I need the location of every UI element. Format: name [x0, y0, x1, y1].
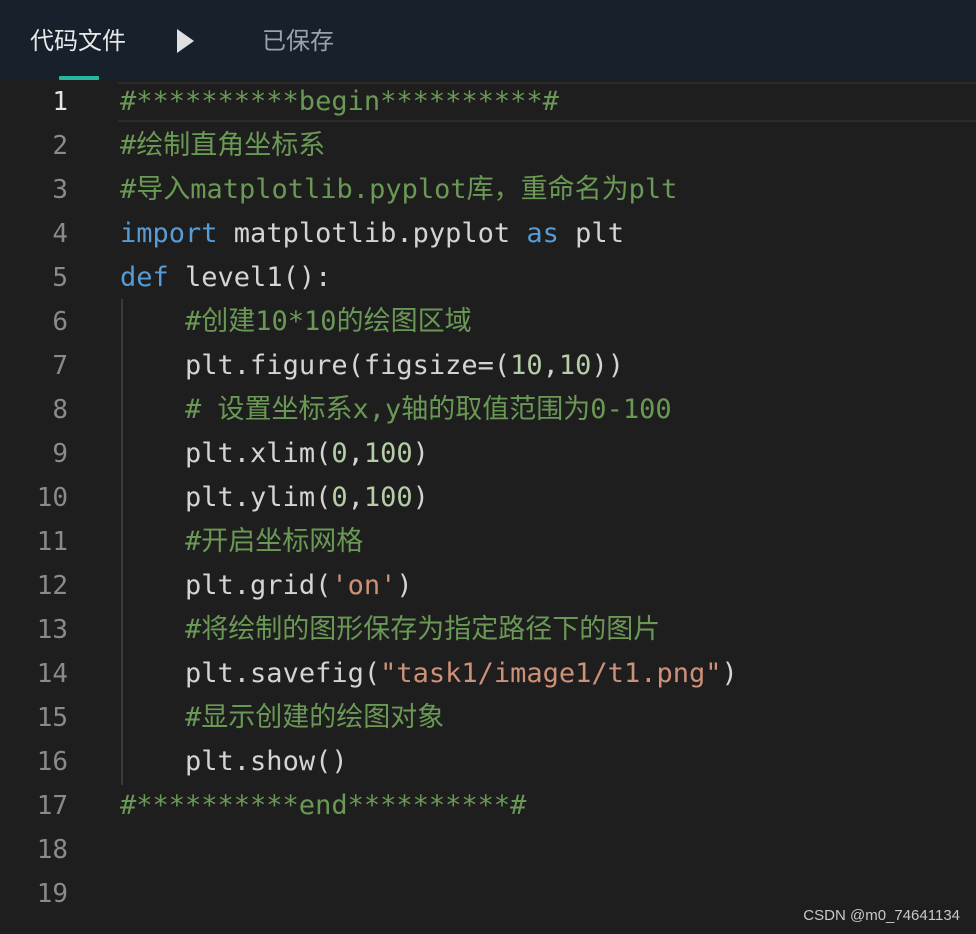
code-token-plain: plt.figure(figsize=( — [185, 350, 511, 381]
code-token-comment: #**********end**********# — [120, 790, 527, 821]
line-number: 19 — [36, 879, 68, 909]
line-number: 13 — [36, 615, 68, 645]
watermark: CSDN @m0_74641134 — [803, 907, 960, 924]
code-token-plain: plt.xlim( — [185, 438, 332, 469]
code-line[interactable]: def level1(): — [120, 256, 331, 300]
code-token-plain: plt — [558, 218, 624, 249]
code-token-string: "task1/image1/t1.png" — [380, 658, 722, 689]
code-token-number: 100 — [363, 482, 413, 513]
code-token-plain: matplotlib.pyplot — [217, 218, 527, 249]
code-token-number: 10 — [510, 350, 543, 381]
line-number: 8 — [52, 395, 68, 425]
line-number: 18 — [36, 835, 68, 865]
line-number: 7 — [52, 351, 68, 381]
line-number: 4 — [52, 219, 68, 249]
code-token-plain: ) — [412, 438, 429, 469]
code-token-comment: #导入matplotlib.pyplot库，重命名为plt — [120, 174, 678, 205]
code-token-number: 100 — [363, 438, 413, 469]
code-token-comment: #绘制直角坐标系 — [120, 130, 326, 161]
line-number: 5 — [52, 263, 68, 293]
code-line[interactable]: plt.savefig("task1/image1/t1.png") — [120, 652, 738, 696]
code-token-plain: )) — [591, 350, 624, 381]
code-token-plain: level1(): — [168, 262, 332, 293]
code-token-keyword: def — [120, 262, 169, 293]
code-line[interactable]: plt.grid('on') — [120, 564, 413, 608]
line-number: 6 — [52, 307, 68, 337]
code-line[interactable]: plt.ylim(0,100) — [120, 476, 429, 520]
code-token-plain: ) — [721, 658, 738, 689]
code-token-string: 'on' — [331, 570, 397, 601]
line-number: 14 — [36, 659, 68, 689]
tab-code-file[interactable]: 代码文件 — [30, 24, 126, 58]
code-line[interactable]: #将绘制的图形保存为指定路径下的图片 — [120, 608, 660, 652]
code-token-keyword: import — [120, 218, 218, 249]
code-line[interactable]: #显示创建的绘图对象 — [120, 696, 444, 740]
code-token-plain: , — [542, 350, 559, 381]
code-token-number: 0 — [331, 438, 348, 469]
code-line[interactable]: plt.xlim(0,100) — [120, 432, 429, 476]
line-number: 17 — [36, 791, 68, 821]
line-number: 1 — [52, 87, 68, 117]
run-button[interactable] — [168, 24, 202, 58]
line-number: 9 — [52, 439, 68, 469]
code-token-comment: # 设置坐标系x,y轴的取值范围为0-100 — [185, 394, 672, 425]
code-editor[interactable]: 1 2 3 4 5 6 7 8 9 10 11 12 13 14 15 16 17 18 19 #*********… — [0, 80, 976, 934]
code-line[interactable]: #开启坐标网格 — [120, 520, 363, 564]
line-number: 15 — [36, 703, 68, 733]
code-line[interactable]: plt.show() — [120, 740, 348, 784]
code-token-comment: #创建10*10的绘图区域 — [185, 306, 472, 337]
code-line[interactable]: plt.figure(figsize=(10,10)) — [120, 344, 624, 388]
code-token-plain: , — [347, 438, 364, 469]
code-line[interactable]: #**********begin**********# — [120, 80, 559, 124]
code-token-number: 0 — [331, 482, 348, 513]
line-number: 16 — [36, 747, 68, 777]
line-number: 2 — [52, 131, 68, 161]
code-token-plain: ) — [396, 570, 413, 601]
play-triangle-icon — [177, 29, 194, 53]
code-token-plain: , — [347, 482, 364, 513]
code-token-comment: #将绘制的图形保存为指定路径下的图片 — [185, 614, 661, 645]
code-editor-app: 代码文件 已保存 1 2 3 4 5 6 7 8 9 10 11 12 13 14 15 16 17 18 19 #… — [0, 0, 976, 934]
code-token-keyword: as — [526, 218, 559, 249]
code-token-plain: ) — [412, 482, 429, 513]
code-token-plain: plt.show() — [185, 746, 348, 777]
save-status-text: 已保存 — [262, 27, 334, 55]
code-line[interactable]: #绘制直角坐标系 — [120, 124, 325, 168]
code-token-plain: plt.ylim( — [185, 482, 332, 513]
code-line[interactable]: #**********end**********# — [120, 784, 526, 828]
code-token-comment: #开启坐标网格 — [185, 526, 364, 557]
line-number: 10 — [36, 483, 68, 513]
code-line[interactable]: #创建10*10的绘图区域 — [120, 300, 472, 344]
line-number: 12 — [36, 571, 68, 601]
line-number: 11 — [36, 527, 68, 557]
editor-header: 代码文件 已保存 — [0, 0, 976, 80]
code-line[interactable]: # 设置坐标系x,y轴的取值范围为0-100 — [120, 388, 672, 432]
code-token-plain: plt.savefig( — [185, 658, 381, 689]
code-token-number: 10 — [558, 350, 592, 381]
line-number: 3 — [52, 175, 68, 205]
code-line[interactable]: #导入matplotlib.pyplot库，重命名为plt — [120, 168, 677, 212]
code-token-comment: #显示创建的绘图对象 — [185, 702, 445, 733]
code-line[interactable]: import matplotlib.pyplot as plt — [120, 212, 624, 256]
code-token-comment: #**********begin**********# — [120, 86, 559, 117]
code-token-plain: plt.grid( — [185, 570, 332, 601]
